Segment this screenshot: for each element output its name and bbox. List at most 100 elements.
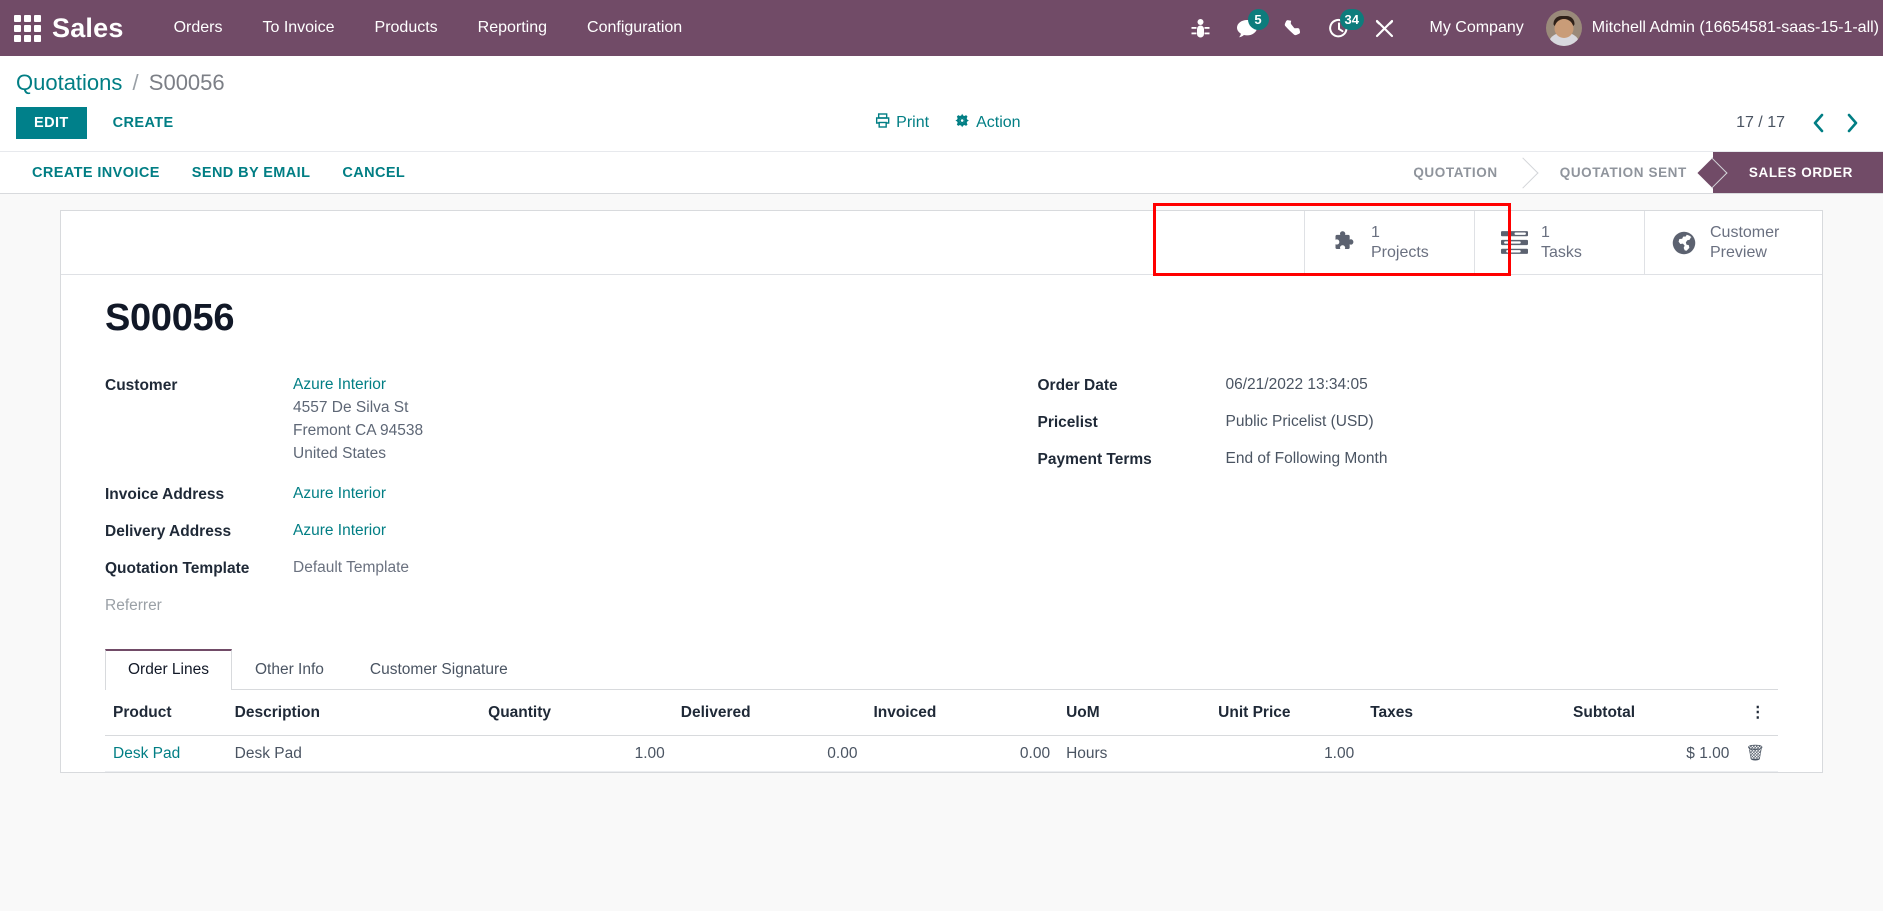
stage-quotation-sent[interactable]: QUOTATION SENT (1523, 152, 1713, 193)
create-invoice-button[interactable]: CREATE INVOICE (16, 152, 176, 193)
smart-button-projects-text: 1 Projects (1371, 223, 1429, 261)
smart-button-customer-preview-text: Customer Preview (1710, 223, 1779, 261)
cell-invoiced[interactable]: 0.00 (865, 735, 1059, 772)
stage-quotation[interactable]: QUOTATION (1377, 152, 1524, 193)
top-navbar: Sales Orders To Invoice Products Reporti… (0, 0, 1883, 56)
cell-quantity[interactable]: 1.00 (480, 735, 673, 772)
field-referrer: Referrer (105, 596, 902, 615)
phone-icon[interactable] (1270, 0, 1316, 56)
action-dropdown[interactable]: Action (955, 113, 1021, 133)
field-customer-value[interactable]: Azure Interior (293, 376, 423, 394)
menu-item-reporting[interactable]: Reporting (458, 0, 567, 56)
column-quantity[interactable]: Quantity (480, 690, 673, 736)
column-description[interactable]: Description (226, 690, 481, 736)
optional-columns-icon[interactable]: ⋮ (1737, 690, 1778, 736)
printer-icon (874, 113, 890, 133)
column-uom[interactable]: UoM (1058, 690, 1211, 736)
tasks-count: 1 (1541, 224, 1550, 242)
field-delivery-address-value[interactable]: Azure Interior (293, 522, 386, 540)
puzzle-piece-icon (1331, 229, 1358, 256)
breadcrumb: Quotations / S00056 (16, 70, 1867, 96)
column-product[interactable]: Product (105, 690, 227, 736)
control-panel-dropdowns: Print Action (874, 113, 1021, 133)
cell-unit-price[interactable]: 1.00 (1210, 735, 1363, 772)
cell-taxes[interactable] (1362, 735, 1566, 772)
column-delivered[interactable]: Delivered (672, 690, 866, 736)
smart-button-tasks[interactable]: 1 Tasks (1474, 211, 1644, 274)
breadcrumb-separator: / (132, 70, 139, 95)
form-columns: Customer Azure Interior 4557 De Silva St… (105, 376, 1778, 631)
notebook: Order Lines Other Info Customer Signatur… (61, 649, 1822, 772)
tab-order-lines[interactable]: Order Lines (105, 649, 232, 690)
cancel-button[interactable]: CANCEL (326, 152, 421, 193)
page-title: S00056 (105, 297, 235, 339)
globe-icon (1671, 230, 1697, 256)
pager: 17 / 17 (1736, 108, 1867, 138)
create-button[interactable]: CREATE (95, 107, 192, 139)
customer-address-line-1: 4557 De Silva St (293, 399, 409, 416)
column-unit-price[interactable]: Unit Price (1210, 690, 1363, 736)
cell-product[interactable]: Desk Pad (105, 735, 227, 772)
field-customer-label: Customer (105, 377, 178, 394)
field-quotation-template: Quotation Template Default Template (105, 559, 902, 578)
smart-button-projects[interactable]: 1 Projects (1304, 211, 1474, 274)
projects-label: Projects (1371, 243, 1429, 261)
field-pricelist-value[interactable]: Public Pricelist (USD) (1226, 413, 1374, 431)
bug-icon[interactable] (1178, 0, 1224, 56)
tools-icon[interactable] (1362, 0, 1408, 56)
apps-grid-icon[interactable] (10, 13, 44, 43)
cell-uom[interactable]: Hours (1058, 735, 1211, 772)
stage-sales-order[interactable]: SALES ORDER (1712, 152, 1883, 193)
pager-next-button[interactable] (1837, 108, 1867, 138)
column-invoiced[interactable]: Invoiced (865, 690, 1059, 736)
column-taxes[interactable]: Taxes (1362, 690, 1566, 736)
gear-icon (955, 113, 970, 133)
field-pricelist-label: Pricelist (1037, 414, 1098, 431)
smart-button-customer-preview[interactable]: Customer Preview (1644, 211, 1814, 274)
messages-icon[interactable]: 5 (1224, 0, 1270, 56)
menu-item-to-invoice[interactable]: To Invoice (242, 0, 354, 56)
form-column-right: Order Date 06/21/2022 13:34:05 Pricelist… (942, 376, 1779, 631)
menu-item-orders[interactable]: Orders (154, 0, 243, 56)
customer-address-line-2: Fremont CA 94538 (293, 422, 424, 439)
menu-item-configuration[interactable]: Configuration (567, 0, 702, 56)
customer-preview-label-line2: Preview (1710, 243, 1767, 261)
delete-row-icon[interactable]: 🗑 (1737, 735, 1778, 772)
column-subtotal[interactable]: Subtotal (1565, 690, 1738, 736)
content-area: 1 Projects 1 Tasks Customer Preview S000… (0, 194, 1883, 905)
field-payment-terms: Payment Terms End of Following Month (1038, 450, 1739, 469)
tasks-label: Tasks (1541, 243, 1582, 261)
activity-clock-icon[interactable]: 34 (1316, 0, 1364, 56)
order-lines-table: Product Description Quantity Delivered I… (105, 690, 1778, 772)
pager-previous-button[interactable] (1803, 108, 1833, 138)
main-menu: Orders To Invoice Products Reporting Con… (154, 0, 703, 56)
chevron-right-icon (1847, 113, 1857, 133)
tab-other-info[interactable]: Other Info (232, 649, 347, 690)
form-column-left: Customer Azure Interior 4557 De Silva St… (105, 376, 942, 631)
field-order-date: Order Date 06/21/2022 13:34:05 (1038, 376, 1739, 395)
app-brand-sales[interactable]: Sales (52, 13, 124, 44)
tab-customer-signature[interactable]: Customer Signature (347, 649, 531, 690)
table-row[interactable]: Desk Pad Desk Pad 1.00 0.00 0.00 Hours 1… (105, 735, 1778, 772)
field-order-date-value[interactable]: 06/21/2022 13:34:05 (1226, 376, 1368, 394)
menu-item-products[interactable]: Products (355, 0, 458, 56)
customer-address-line-3: United States (293, 445, 387, 462)
cell-description[interactable]: Desk Pad (226, 735, 481, 772)
field-invoice-address-label: Invoice Address (105, 486, 225, 503)
cell-delivered[interactable]: 0.00 (672, 735, 866, 772)
field-invoice-address-value[interactable]: Azure Interior (293, 485, 386, 503)
customer-preview-label-line1: Customer (1710, 224, 1780, 242)
action-label: Action (976, 114, 1021, 131)
field-invoice-address: Invoice Address Azure Interior (105, 485, 902, 504)
field-pricelist: Pricelist Public Pricelist (USD) (1038, 413, 1739, 432)
field-quotation-template-value[interactable]: Default Template (293, 559, 409, 577)
company-switcher[interactable]: My Company (1408, 0, 1546, 56)
cell-subtotal[interactable]: $ 1.00 (1565, 735, 1738, 772)
breadcrumb-root[interactable]: Quotations (16, 70, 122, 95)
field-payment-terms-value[interactable]: End of Following Month (1226, 450, 1388, 468)
breadcrumb-current: S00056 (148, 70, 225, 95)
edit-button[interactable]: EDIT (16, 107, 87, 139)
send-by-email-button[interactable]: SEND BY EMAIL (176, 152, 327, 193)
user-menu[interactable]: Mitchell Admin (16654581-saas-15-1-all) (1545, 0, 1883, 56)
print-dropdown[interactable]: Print (874, 113, 929, 133)
